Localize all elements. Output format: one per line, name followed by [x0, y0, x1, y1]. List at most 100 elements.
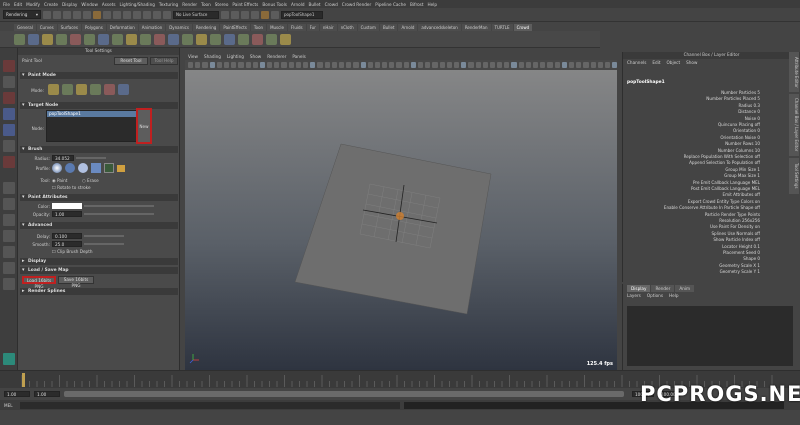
channel-attribute[interactable]: Replace Population With Selection off: [684, 154, 760, 159]
menu-item-pipeline-cache[interactable]: Pipeline Cache: [375, 2, 406, 7]
section-target-node[interactable]: Target Node: [20, 102, 178, 109]
channel-attribute[interactable]: Number Particles 5: [721, 90, 760, 95]
viewport-tool-icon[interactable]: [604, 62, 611, 68]
select-hierarchy-icon[interactable]: [93, 10, 101, 19]
paint-density-icon[interactable]: [62, 84, 73, 95]
channel-menu-edit[interactable]: Edit: [652, 60, 660, 65]
layer-menu-options[interactable]: Options: [647, 293, 663, 298]
cache-icon[interactable]: [154, 33, 165, 45]
viewport-menu-renderer[interactable]: Renderer: [267, 54, 286, 59]
shelf-tab-nhair[interactable]: nHair: [319, 24, 337, 31]
viewport-tool-icon[interactable]: [432, 62, 438, 68]
shelf-tab-polygons[interactable]: Polygons: [81, 24, 106, 31]
channel-attribute[interactable]: Group Max Size 1: [724, 173, 760, 178]
viewport-tool-icon[interactable]: [504, 62, 510, 68]
section-display[interactable]: Display: [20, 258, 178, 265]
channel-attribute[interactable]: Noise 0: [745, 116, 760, 121]
channel-attribute[interactable]: Show Particle Index off: [713, 237, 760, 242]
new-scene-icon[interactable]: [43, 10, 51, 19]
menu-item-help[interactable]: Help: [428, 2, 438, 7]
shelf-tab-renderman[interactable]: RenderMan: [461, 24, 491, 31]
script-layout-icon[interactable]: [3, 262, 15, 274]
viewport-tool-icon[interactable]: [554, 62, 560, 68]
shelf-tab-surfaces[interactable]: Surfaces: [57, 24, 81, 31]
population-tool-icon[interactable]: [42, 33, 53, 45]
viewport-menu-lighting[interactable]: Lighting: [227, 54, 244, 59]
sensor-icon[interactable]: [224, 33, 235, 45]
viewport-tool-icon[interactable]: [223, 62, 230, 68]
reset-tool-button[interactable]: Reset Tool: [114, 57, 148, 65]
viewport-tool-icon[interactable]: [216, 62, 222, 68]
delay-slider[interactable]: [84, 235, 124, 237]
undo-icon[interactable]: [73, 10, 81, 19]
magnet-icon[interactable]: [163, 10, 171, 19]
radius-input[interactable]: 34.052: [52, 155, 74, 161]
lod-icon[interactable]: [238, 33, 249, 45]
viewport-tool-icon[interactable]: [324, 62, 330, 68]
viewport-tool-icon[interactable]: [252, 62, 258, 68]
layer-tab-render[interactable]: Render: [651, 285, 675, 292]
solid-brush-icon[interactable]: [65, 163, 75, 173]
channel-attribute[interactable]: Shape 0: [743, 256, 760, 261]
viewport-tool-icon[interactable]: [403, 62, 409, 68]
viewport-tool-icon[interactable]: [482, 62, 488, 68]
menu-item-bullet[interactable]: Bullet: [309, 2, 321, 7]
viewport-tool-icon[interactable]: [389, 62, 395, 68]
playback-start-field[interactable]: 1.00: [34, 391, 60, 397]
tool-help-button[interactable]: Tool Help: [150, 57, 178, 65]
menu-item-display[interactable]: Display: [62, 2, 77, 7]
viewport-tool-icon[interactable]: [425, 62, 431, 68]
viewport-menu-view[interactable]: View: [188, 54, 198, 59]
viewport-tool-icon[interactable]: [533, 62, 539, 68]
viewport-tool-icon[interactable]: [547, 62, 553, 68]
paint-tool-icon[interactable]: [196, 33, 207, 45]
channel-menu-object[interactable]: Object: [666, 60, 680, 65]
viewport-tool-icon[interactable]: [518, 62, 524, 68]
viewport-tool-icon[interactable]: [590, 62, 596, 68]
folder-icon[interactable]: [117, 164, 125, 172]
viewport-tool-icon[interactable]: [597, 62, 603, 68]
menu-item-file[interactable]: File: [3, 2, 10, 7]
graph-layout-icon[interactable]: [3, 230, 15, 242]
opacity-slider[interactable]: [84, 213, 154, 215]
navigation-icon[interactable]: [98, 33, 109, 45]
soft-brush-icon[interactable]: [52, 163, 62, 173]
color-swatch[interactable]: [52, 203, 82, 209]
paint-select-icon[interactable]: [3, 92, 15, 104]
channel-attribute[interactable]: Resolution 256x256: [719, 218, 760, 223]
snap-curve-icon[interactable]: [133, 10, 141, 19]
render-layout-icon[interactable]: [3, 246, 15, 258]
color-slider[interactable]: [84, 205, 154, 207]
channel-attribute[interactable]: Placement Seed 0: [723, 250, 760, 255]
viewport-tool-icon[interactable]: [461, 62, 467, 68]
scale-tool-icon[interactable]: [3, 140, 15, 152]
channel-attribute[interactable]: Quincunx Placing off: [718, 122, 760, 127]
render-settings-icon[interactable]: [251, 10, 259, 19]
viewport-tool-icon[interactable]: [511, 62, 517, 68]
channel-attribute[interactable]: Orientation Noise 0: [720, 135, 760, 140]
square-brush-icon[interactable]: [91, 163, 101, 173]
side-tab-tool-settings[interactable]: Tool Settings: [789, 158, 799, 194]
viewport-tool-icon[interactable]: [497, 62, 503, 68]
shelf-tab-rendering[interactable]: Rendering: [192, 24, 220, 31]
single-pane-layout-icon[interactable]: [3, 182, 15, 194]
layer-list[interactable]: [627, 306, 793, 366]
section-paint-attributes[interactable]: Paint Attributes: [20, 194, 178, 201]
viewport[interactable]: 125.4 fps: [185, 52, 617, 370]
select-object-icon[interactable]: [103, 10, 111, 19]
rotate-tool-icon[interactable]: [3, 124, 15, 136]
crowd-manager-icon[interactable]: [14, 33, 25, 45]
channel-menu-show[interactable]: Show: [686, 60, 697, 65]
shelf-tab-muscle[interactable]: Muscle: [267, 24, 287, 31]
live-surface-field[interactable]: No Live Surface: [173, 10, 219, 19]
remove-particles-icon[interactable]: [104, 84, 115, 95]
section-paint-mode[interactable]: Paint Mode: [20, 72, 178, 79]
side-tab-channel-box[interactable]: Channel Box / Layer Editor: [789, 94, 799, 156]
channel-attribute[interactable]: Geometry Scale Y 1: [720, 269, 760, 274]
shelf-tab-fluids[interactable]: Fluids: [287, 24, 306, 31]
menu-item-modify[interactable]: Modify: [26, 2, 40, 7]
shelf-tab-custom[interactable]: Custom: [357, 24, 379, 31]
shelf-tab-animation[interactable]: Animation: [138, 24, 166, 31]
side-tab-attribute-editor[interactable]: Attribute Editor: [789, 52, 799, 92]
paint-radio[interactable]: ◉ Paint: [52, 178, 67, 183]
